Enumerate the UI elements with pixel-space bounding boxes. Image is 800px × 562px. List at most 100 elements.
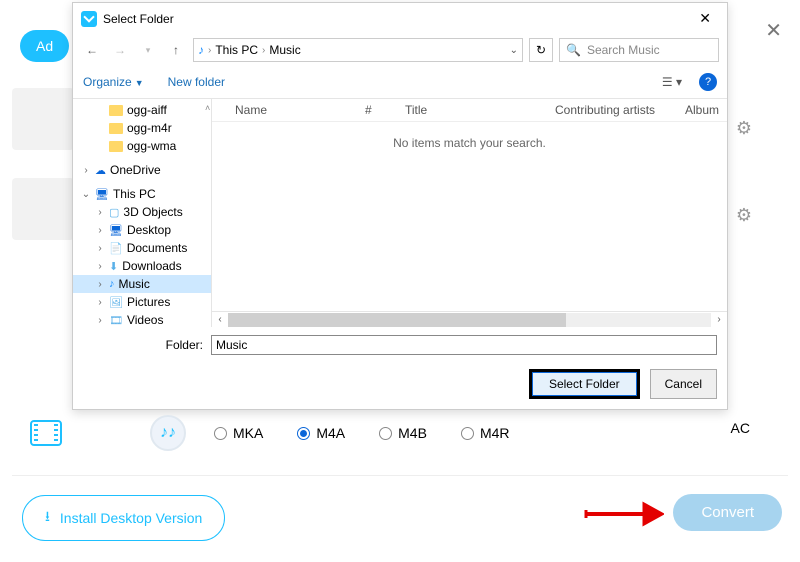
column-title[interactable]: Title [405,103,535,117]
close-icon[interactable]: ✕ [691,8,719,29]
navbar: ← → ▾ ↑ ♪ › This PC › Music ⌄ ↻ 🔍 Search… [73,34,727,66]
folder-icon [109,105,123,116]
ac-label: AC [731,420,750,436]
pictures-icon: 🖼 [109,296,123,309]
media-card [12,88,74,150]
dialog-actions: Select Folder Cancel [73,363,727,409]
close-icon[interactable]: ✕ [765,18,782,43]
folder-label: Folder: [83,338,203,352]
tree-item-onedrive[interactable]: ›☁OneDrive [73,161,211,179]
file-list: ˄ Name # Title Contributing artists Albu… [212,99,727,327]
help-icon[interactable]: ? [699,73,717,91]
refresh-icon[interactable]: ↻ [529,38,553,62]
cloud-icon: ☁ [95,164,106,177]
chevron-right-icon[interactable]: › [95,243,105,254]
empty-message: No items match your search. [212,122,727,164]
audio-icon[interactable]: ♪♪ [150,415,186,451]
new-folder-button[interactable]: New folder [168,75,225,89]
horizontal-scrollbar[interactable]: ‹ › [212,311,727,327]
back-icon[interactable]: ← [81,39,103,61]
chevron-right-icon[interactable]: › [81,165,91,176]
downloads-icon: ⬇ [109,260,118,273]
forward-icon: → [109,39,131,61]
chevron-right-icon[interactable]: › [95,315,105,326]
tree-item-ogg-m4r[interactable]: ›ogg-m4r [73,119,211,137]
music-icon: ♪ [198,43,204,57]
radio-m4b[interactable]: M4B [379,425,427,441]
tree-item-downloads[interactable]: ›⬇Downloads [73,257,211,275]
breadcrumb[interactable]: ♪ › This PC › Music ⌄ [193,38,523,62]
music-icon: ♪ [109,278,115,290]
chevron-down-icon[interactable]: ⌄ [510,45,518,56]
chevron-down-icon[interactable]: ⌄ [81,189,91,200]
arrow-annotation-icon [584,500,664,528]
scroll-left-icon[interactable]: ‹ [212,314,228,325]
folder-tree[interactable]: ›ogg-aiff ›ogg-m4r ›ogg-wma ›☁OneDrive ⌄… [73,99,212,327]
tree-item-ogg-aiff[interactable]: ›ogg-aiff [73,101,211,119]
pc-icon: 🖥 [95,188,109,201]
column-album[interactable]: Album [685,103,719,117]
tree-item-ogg-wma[interactable]: ›ogg-wma [73,137,211,155]
up-icon[interactable]: ↑ [165,39,187,61]
column-contributing-artists[interactable]: Contributing artists [555,103,665,117]
select-folder-dialog: Select Folder ✕ ← → ▾ ↑ ♪ › This PC › Mu… [72,2,728,410]
search-input[interactable]: 🔍 Search Music [559,38,719,62]
folder-icon [109,123,123,134]
radio-mka[interactable]: MKA [214,425,263,441]
tree-item-desktop[interactable]: ›🖥Desktop [73,221,211,239]
folder-input[interactable] [211,335,717,355]
breadcrumb-this-pc[interactable]: This PC [215,43,258,57]
media-card [12,178,74,240]
add-button[interactable]: Ad [20,30,69,62]
app-icon [81,11,97,27]
view-menu[interactable]: ☰ ▾ [655,72,689,92]
download-icon: ⭳ [45,506,50,530]
divider [12,475,788,476]
desktop-icon: 🖥 [109,224,123,237]
tree-item-3d-objects[interactable]: ›▢3D Objects [73,203,211,221]
scroll-right-icon[interactable]: › [711,314,727,325]
column-name[interactable]: Name [235,103,345,117]
documents-icon: 📄 [109,242,123,255]
tree-item-pictures[interactable]: ›🖼Pictures [73,293,211,311]
format-row: ♪♪ MKA M4A M4B M4R [30,415,770,451]
chevron-right-icon[interactable]: › [262,45,265,56]
sort-indicator-icon: ˄ [205,103,215,117]
video-icon[interactable] [30,420,62,446]
recent-dropdown-icon[interactable]: ▾ [137,39,159,61]
cancel-button[interactable]: Cancel [650,369,717,399]
folder-input-row: Folder: [73,327,727,363]
titlebar: Select Folder ✕ [73,3,727,34]
chevron-down-icon: ▼ [135,78,144,88]
chevron-right-icon[interactable]: › [95,297,105,308]
column-headers[interactable]: ˄ Name # Title Contributing artists Albu… [212,99,727,122]
chevron-right-icon[interactable]: › [95,207,105,218]
install-desktop-button[interactable]: ⭳ Install Desktop Version [22,495,225,541]
tree-item-music[interactable]: ›♪Music [73,275,211,293]
tree-item-this-pc[interactable]: ⌄🖥This PC [73,185,211,203]
column-number[interactable]: # [365,103,385,117]
scrollbar-track[interactable] [228,313,711,327]
tree-item-videos[interactable]: ›🎞Videos [73,311,211,327]
organize-menu[interactable]: Organize▼ [83,75,144,89]
videos-icon: 🎞 [109,314,123,327]
gear-icon[interactable]: ⚙ [736,205,752,226]
scrollbar-thumb[interactable] [228,313,566,327]
dialog-title: Select Folder [103,12,174,26]
tree-item-documents[interactable]: ›📄Documents [73,239,211,257]
chevron-right-icon[interactable]: › [95,225,105,236]
toolbar: Organize▼ New folder ☰ ▾ ? [73,66,727,99]
radio-m4r[interactable]: M4R [461,425,510,441]
gear-icon[interactable]: ⚙ [736,118,752,139]
breadcrumb-music[interactable]: Music [269,43,300,57]
select-folder-button[interactable]: Select Folder [529,369,640,399]
chevron-right-icon[interactable]: › [95,279,105,290]
chevron-right-icon[interactable]: › [95,261,105,272]
search-placeholder: Search Music [587,43,660,57]
search-icon: 🔍 [566,43,581,57]
folder-icon [109,141,123,152]
objects-icon: ▢ [109,206,119,219]
convert-button[interactable]: Convert [673,494,782,531]
radio-m4a[interactable]: M4A [297,425,345,441]
chevron-right-icon[interactable]: › [208,45,211,56]
